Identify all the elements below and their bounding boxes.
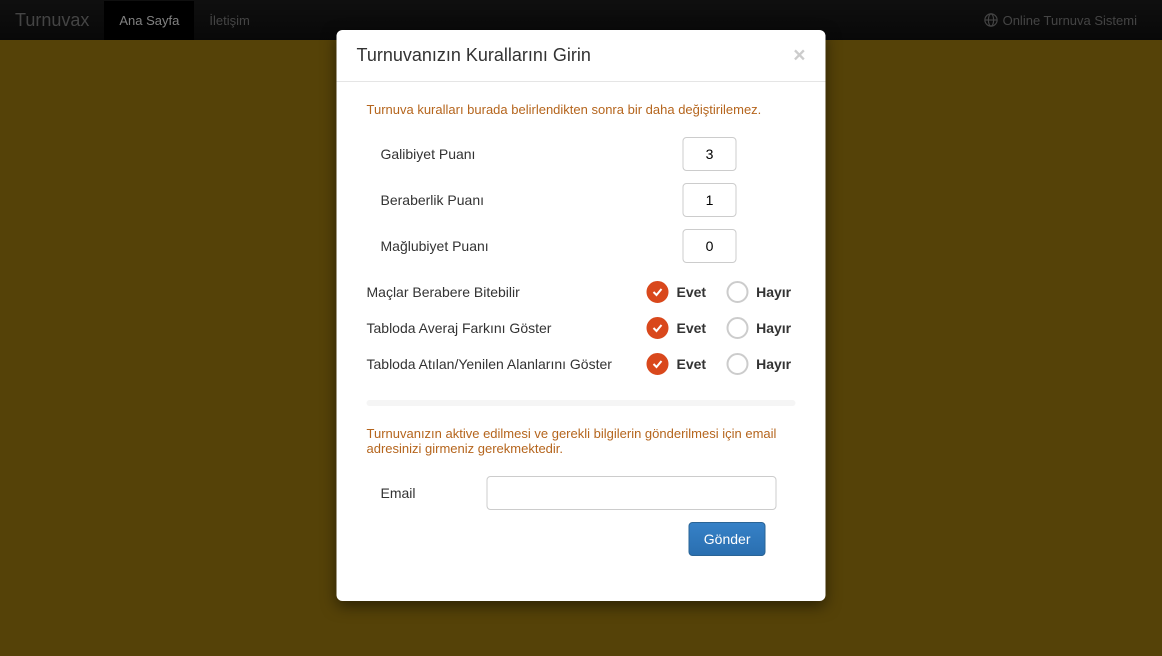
radio-label-yes: Evet: [677, 320, 707, 336]
warning-email: Turnuvanızın aktive edilmesi ve gerekli …: [367, 426, 796, 456]
radio-can-draw-yes[interactable]: [647, 281, 669, 303]
radio-label-yes: Evet: [677, 284, 707, 300]
radio-can-draw-no[interactable]: [726, 281, 748, 303]
input-draw-points[interactable]: [683, 183, 737, 217]
close-icon[interactable]: ×: [793, 45, 805, 66]
radio-goal-diff-no[interactable]: [726, 317, 748, 339]
label-goals-for-against: Tabloda Atılan/Yenilen Alanlarını Göster: [367, 356, 647, 372]
row-email: Email: [367, 476, 796, 510]
input-loss-points[interactable]: [683, 229, 737, 263]
input-email[interactable]: [487, 476, 777, 510]
submit-button[interactable]: Gönder: [689, 522, 766, 556]
radio-group-goals-for-against: Evet Hayır: [647, 353, 804, 375]
modal-header: Turnuvanızın Kurallarını Girin ×: [337, 30, 826, 82]
label-win-points: Galibiyet Puanı: [367, 146, 647, 162]
label-loss-points: Mağlubiyet Puanı: [367, 238, 647, 254]
radio-group-goal-diff: Evet Hayır: [647, 317, 804, 339]
modal-title: Turnuvanızın Kurallarını Girin: [357, 45, 591, 66]
row-can-draw: Maçlar Berabere Bitebilir Evet Hayır: [367, 281, 796, 303]
radio-goals-fa-yes[interactable]: [647, 353, 669, 375]
radio-label-no: Hayır: [756, 356, 791, 372]
row-win-points: Galibiyet Puanı: [367, 137, 796, 171]
modal-body: Turnuva kuralları burada belirlendikten …: [337, 82, 826, 601]
label-email: Email: [367, 485, 487, 501]
radio-goal-diff-yes[interactable]: [647, 317, 669, 339]
row-draw-points: Beraberlik Puanı: [367, 183, 796, 217]
warning-rules: Turnuva kuralları burada belirlendikten …: [367, 102, 796, 117]
label-goal-diff: Tabloda Averaj Farkını Göster: [367, 320, 647, 336]
radio-group-can-draw: Evet Hayır: [647, 281, 804, 303]
radio-label-yes: Evet: [677, 356, 707, 372]
input-win-points[interactable]: [683, 137, 737, 171]
row-loss-points: Mağlubiyet Puanı: [367, 229, 796, 263]
label-draw-points: Beraberlik Puanı: [367, 192, 647, 208]
row-goals-for-against: Tabloda Atılan/Yenilen Alanlarını Göster…: [367, 353, 796, 375]
row-goal-diff: Tabloda Averaj Farkını Göster Evet Hayır: [367, 317, 796, 339]
divider: [367, 400, 796, 406]
radio-goals-fa-no[interactable]: [726, 353, 748, 375]
modal: Turnuvanızın Kurallarını Girin × Turnuva…: [337, 30, 826, 601]
radio-label-no: Hayır: [756, 284, 791, 300]
label-can-draw: Maçlar Berabere Bitebilir: [367, 284, 647, 300]
radio-label-no: Hayır: [756, 320, 791, 336]
modal-footer: Gönder: [367, 522, 796, 581]
